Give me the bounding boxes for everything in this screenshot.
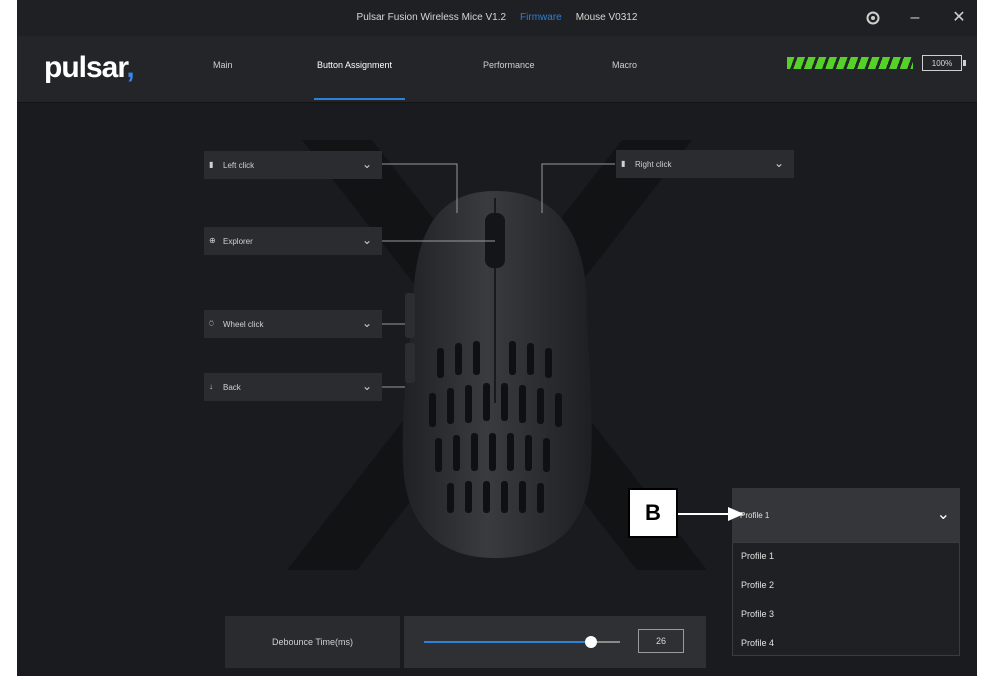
back-label: Back bbox=[223, 383, 241, 392]
chevron-down-icon: ⌄ bbox=[361, 233, 372, 247]
debounce-slider[interactable] bbox=[424, 636, 620, 648]
profile-option-2[interactable]: Profile 2 bbox=[733, 572, 959, 601]
explorer-select[interactable]: ⊕ Explorer ⌄ bbox=[204, 227, 382, 255]
explorer-icon: ⊕ bbox=[209, 236, 216, 245]
debounce-value-input[interactable]: 26 bbox=[638, 629, 684, 653]
title-bar: Pulsar Fusion Wireless Mice V1.2 Firmware… bbox=[17, 0, 977, 36]
profile-dropdown[interactable]: Profile 1 ⌄ bbox=[732, 488, 960, 542]
chevron-down-icon: ⌄ bbox=[936, 506, 950, 523]
chevron-down-icon: ⌄ bbox=[361, 379, 372, 393]
tab-button-assignment[interactable]: Button Assignment bbox=[317, 60, 392, 70]
gear-icon[interactable] bbox=[863, 8, 883, 28]
title-text: Pulsar Fusion Wireless Mice V1.2 Firmware… bbox=[17, 12, 977, 23]
right-click-select[interactable]: ▮ Right click ⌄ bbox=[616, 150, 794, 178]
app-title: Pulsar Fusion Wireless Mice V1.2 bbox=[356, 12, 507, 23]
slider-thumb[interactable] bbox=[584, 636, 597, 648]
firmware-link[interactable]: Firmware bbox=[520, 12, 562, 23]
battery-level-bar bbox=[787, 57, 913, 69]
wheel-click-select[interactable]: ⍥ Wheel click ⌄ bbox=[204, 310, 382, 338]
callout-arrow-icon bbox=[678, 507, 744, 521]
pulsar-logo: pulsar, bbox=[44, 51, 135, 84]
right-click-label: Right click bbox=[635, 160, 672, 169]
profile-option-1[interactable]: Profile 1 bbox=[733, 543, 959, 572]
device-label: Mouse V0312 bbox=[575, 12, 638, 23]
chevron-down-icon: ⌄ bbox=[773, 156, 784, 170]
button-assignment-panel: ▮ Left click ⌄ ▮ Right click ⌄ ⊕ Explore… bbox=[17, 103, 977, 676]
tab-main[interactable]: Main bbox=[213, 60, 233, 70]
left-click-select[interactable]: ▮ Left click ⌄ bbox=[204, 151, 382, 179]
active-tab-indicator bbox=[314, 98, 405, 100]
profile-option-3[interactable]: Profile 3 bbox=[733, 601, 959, 630]
chevron-down-icon: ⌄ bbox=[361, 316, 372, 330]
chevron-down-icon: ⌄ bbox=[361, 157, 372, 171]
back-icon: ↓ bbox=[209, 382, 213, 391]
app-window: Pulsar Fusion Wireless Mice V1.2 Firmware… bbox=[17, 0, 977, 676]
battery-icon: 100% bbox=[922, 55, 966, 71]
profile-option-4[interactable]: Profile 4 bbox=[733, 630, 959, 659]
debounce-panel: 26 bbox=[404, 616, 706, 668]
mouse-left-icon: ▮ bbox=[209, 160, 214, 169]
debounce-label: Debounce Time(ms) bbox=[225, 616, 400, 668]
slider-fill bbox=[424, 641, 591, 643]
tab-performance[interactable]: Performance bbox=[483, 60, 535, 70]
minimize-icon[interactable]: – bbox=[905, 8, 925, 28]
wheel-icon: ⍥ bbox=[209, 319, 214, 328]
mouse-right-icon: ▮ bbox=[621, 159, 626, 168]
callout-label: B bbox=[628, 488, 678, 538]
wheel-click-label: Wheel click bbox=[223, 320, 264, 329]
close-icon[interactable]: ✕ bbox=[949, 8, 969, 28]
explorer-label: Explorer bbox=[223, 237, 253, 246]
profile-options-list: Profile 1 Profile 2 Profile 3 Profile 4 bbox=[732, 542, 960, 656]
back-select[interactable]: ↓ Back ⌄ bbox=[204, 373, 382, 401]
tab-macro[interactable]: Macro bbox=[612, 60, 637, 70]
nav-bar: pulsar, Main Button Assignment Performan… bbox=[17, 36, 977, 103]
left-click-label: Left click bbox=[223, 161, 255, 170]
